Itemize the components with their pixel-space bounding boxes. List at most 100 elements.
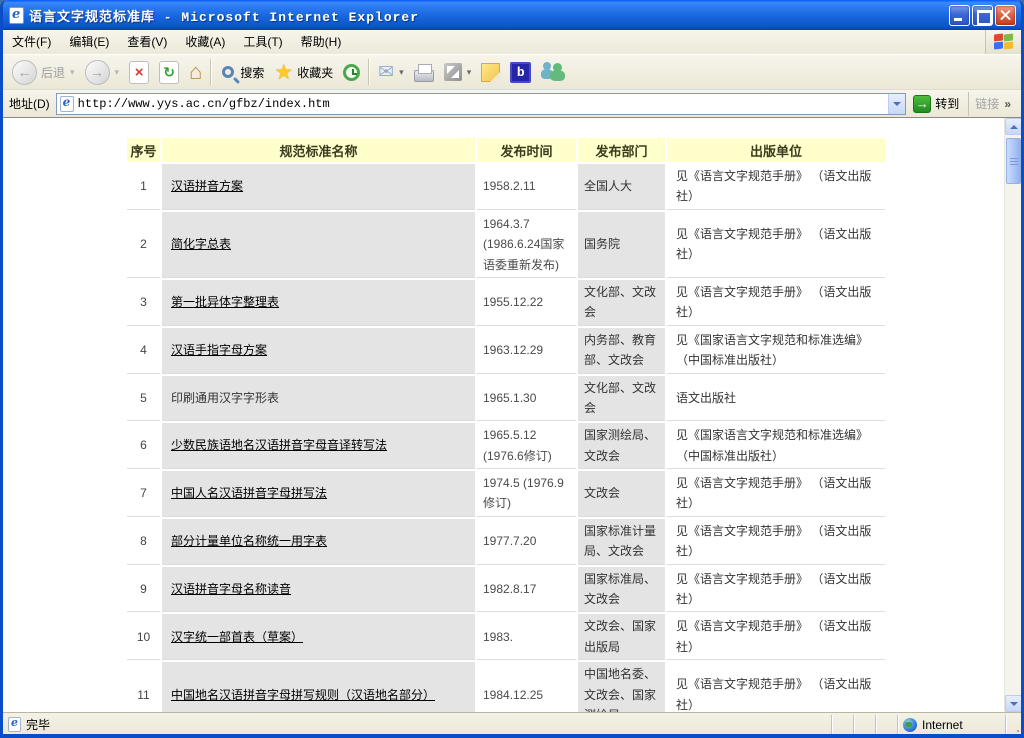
standard-link[interactable]: 中国地名汉语拼音字母拼写规则（汉语地名部分） (171, 688, 435, 702)
standard-link[interactable]: 第一批异体字整理表 (171, 295, 279, 309)
refresh-button[interactable]: ↻ (154, 57, 184, 87)
cell-standard-name: 汉语手指字母方案 (162, 328, 475, 374)
cell-publish-date: 1964.3.7 (1986.6.24国家语委重新发布) (477, 212, 576, 278)
standard-link[interactable]: 汉语拼音字母名称读音 (171, 582, 291, 596)
toolbar: ← 后退 ▾ → ▾ × ↻ ⌂ 搜索 ★ 收藏夹 ✉ (3, 55, 1021, 90)
minimize-button[interactable] (949, 5, 970, 26)
cell-publish-date: 1983. (477, 614, 576, 660)
page-content: 序号 规范标准名称 发布时间 发布部门 出版单位 1汉语拼音方案1958.2.1… (3, 118, 1021, 712)
messenger-icon (541, 62, 567, 82)
cell-standard-name: 印刷通用汉字字形表 (162, 376, 475, 422)
search-label: 搜索 (240, 64, 264, 81)
mail-dropdown-icon: ▾ (399, 67, 404, 78)
cell-publish-date: 1963.12.29 (477, 328, 576, 374)
print-button[interactable] (409, 57, 439, 87)
cell-publish-dept: 国务院 (578, 212, 665, 278)
stop-button[interactable]: × (124, 57, 154, 87)
menu-tools[interactable]: 工具(T) (234, 30, 291, 54)
resize-grip[interactable] (1006, 715, 1021, 734)
address-label: 地址(D) (9, 95, 50, 112)
toolbar-separator (368, 59, 370, 85)
cell-index: 4 (127, 328, 160, 374)
sticky-note-icon (481, 63, 500, 82)
titlebar: 语言文字规范标准库 - Microsoft Internet Explorer (3, 0, 1021, 30)
address-dropdown-button[interactable] (888, 94, 905, 114)
standard-link[interactable]: 汉语拼音方案 (171, 179, 243, 193)
vertical-scrollbar[interactable] (1004, 118, 1021, 712)
back-label: 后退 (41, 64, 65, 81)
back-button[interactable]: ← 后退 ▾ (7, 57, 80, 87)
cell-index: 6 (127, 423, 160, 469)
print-icon (414, 70, 434, 82)
menu-edit[interactable]: 编辑(E) (60, 30, 118, 54)
back-icon: ← (12, 60, 37, 85)
scroll-thumb[interactable] (1006, 138, 1021, 184)
menu-view[interactable]: 查看(V) (118, 30, 176, 54)
standards-table-body: 1汉语拼音方案1958.2.11全国人大见《语言文字规范手册》 （语文出版社）2… (127, 164, 885, 712)
mail-icon: ✉ (378, 63, 394, 82)
home-button[interactable]: ⌂ (184, 57, 207, 87)
table-row: 6少数民族语地名汉语拼音字母音译转写法1965.5.12 (1976.6修订)国… (127, 423, 885, 469)
edit-button[interactable]: ▾ (439, 57, 477, 87)
standards-table: 序号 规范标准名称 发布时间 发布部门 出版单位 1汉语拼音方案1958.2.1… (125, 136, 887, 712)
address-input[interactable] (78, 97, 889, 111)
cell-standard-name: 部分计量单位名称统一用字表 (162, 519, 475, 565)
standard-link[interactable]: 部分计量单位名称统一用字表 (171, 534, 327, 548)
stop-icon: × (129, 61, 149, 84)
window-title: 语言文字规范标准库 - Microsoft Internet Explorer (29, 6, 419, 25)
go-arrow-icon: → (913, 95, 931, 113)
cell-publish-dept: 文化部、文改会 (578, 376, 665, 422)
status-page-icon (8, 717, 21, 732)
cell-publish-date: 1965.5.12 (1976.6修订) (477, 423, 576, 469)
browser-window: 语言文字规范标准库 - Microsoft Internet Explorer … (0, 0, 1024, 738)
links-zone[interactable]: 链接 » (968, 92, 1017, 116)
messenger-button[interactable] (536, 57, 572, 87)
links-chevron-icon: » (1004, 97, 1011, 111)
cell-publisher: 见《语言文字规范手册》 （语文出版社） (667, 519, 885, 565)
header-standard-name: 规范标准名称 (162, 138, 475, 162)
menu-favorites[interactable]: 收藏(A) (176, 30, 234, 54)
header-index: 序号 (127, 138, 160, 162)
table-row: 3第一批异体字整理表1955.12.22文化部、文改会见《语言文字规范手册》 （… (127, 280, 885, 326)
menu-file[interactable]: 文件(F) (3, 30, 60, 54)
forward-icon: → (85, 60, 110, 85)
table-row: 2简化字总表1964.3.7 (1986.6.24国家语委重新发布)国务院见《语… (127, 212, 885, 278)
maximize-button[interactable] (972, 5, 993, 26)
cell-publish-dept: 文改会 (578, 471, 665, 517)
notes-button[interactable] (476, 57, 505, 87)
b-toolbar-button[interactable]: b (505, 57, 536, 87)
cell-index: 8 (127, 519, 160, 565)
refresh-icon: ↻ (159, 61, 179, 84)
cell-index: 11 (127, 662, 160, 712)
favorites-button[interactable]: ★ 收藏夹 (269, 57, 338, 87)
close-button[interactable] (995, 5, 1016, 26)
cell-publish-date: 1974.5 (1976.9修订) (477, 471, 576, 517)
menu-help[interactable]: 帮助(H) (292, 30, 351, 54)
table-row: 9汉语拼音字母名称读音1982.8.17国家标准局、文改会见《语言文字规范手册》… (127, 567, 885, 613)
edit-icon (444, 63, 462, 81)
scroll-up-button[interactable] (1005, 118, 1021, 135)
table-header-row: 序号 规范标准名称 发布时间 发布部门 出版单位 (127, 138, 885, 162)
mail-button[interactable]: ✉ ▾ (373, 57, 408, 87)
standard-link[interactable]: 简化字总表 (171, 237, 231, 251)
forward-button[interactable]: → ▾ (80, 57, 125, 87)
standard-link[interactable]: 中国人名汉语拼音字母拼写法 (171, 486, 327, 500)
cell-standard-name: 中国地名汉语拼音字母拼写规则（汉语地名部分） (162, 662, 475, 712)
standard-link[interactable]: 汉字统一部首表（草案） (171, 630, 303, 644)
go-button[interactable]: → 转到 (906, 92, 966, 116)
cell-index: 9 (127, 567, 160, 613)
menubar: 文件(F) 编辑(E) 查看(V) 收藏(A) 工具(T) 帮助(H) (3, 30, 1021, 55)
addressbar: 地址(D) → 转到 链接 » (3, 90, 1021, 118)
internet-zone-icon (903, 718, 917, 732)
standard-link[interactable]: 汉语手指字母方案 (171, 343, 267, 357)
statusbar: 完毕 Internet (3, 712, 1021, 734)
cell-index: 5 (127, 376, 160, 422)
standard-link[interactable]: 少数民族语地名汉语拼音字母音译转写法 (171, 438, 387, 452)
scroll-down-button[interactable] (1005, 695, 1021, 712)
cell-publish-dept: 国家标准计量局、文改会 (578, 519, 665, 565)
search-button[interactable]: 搜索 (215, 57, 269, 87)
cell-standard-name: 汉语拼音方案 (162, 164, 475, 210)
status-pane-empty (854, 715, 876, 734)
address-combo[interactable] (56, 93, 907, 115)
history-button[interactable] (338, 57, 365, 87)
